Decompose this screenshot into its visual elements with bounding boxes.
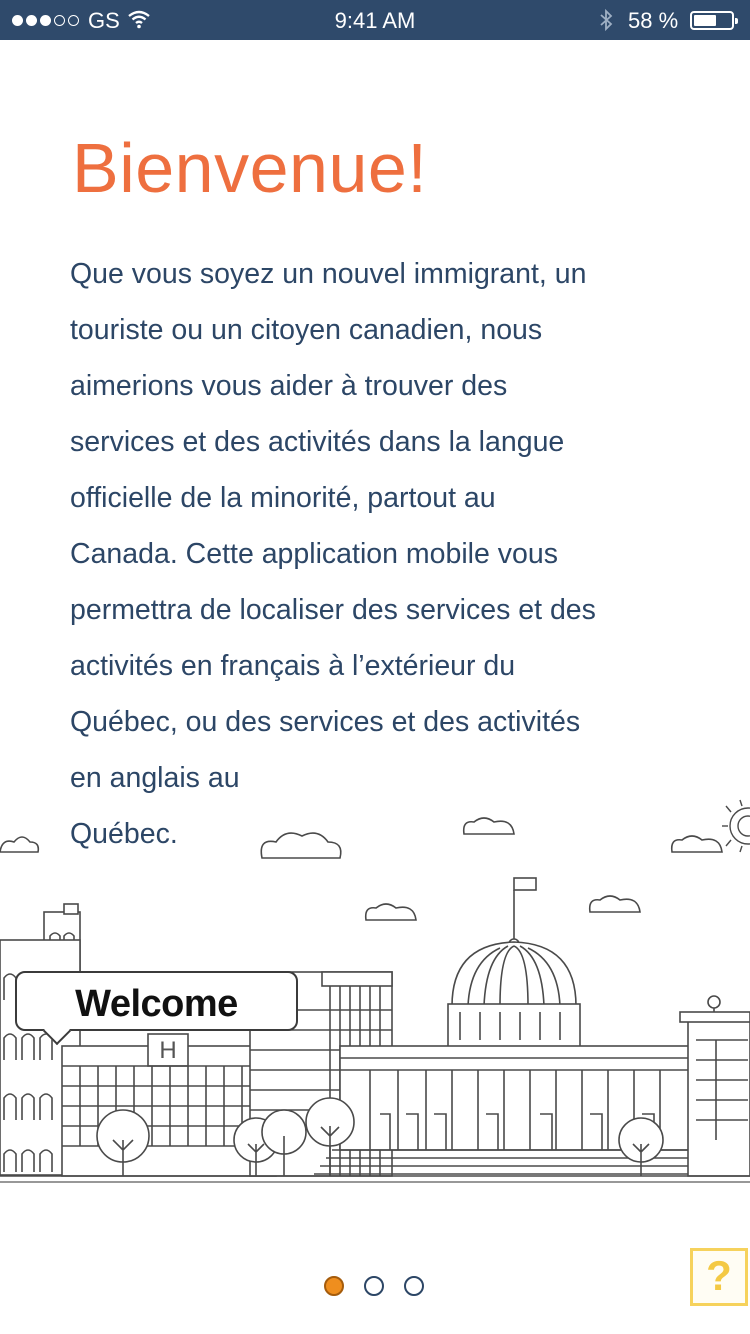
help-button[interactable]: ? [690, 1248, 748, 1306]
paragraph-line: permettra de localiser des services et d… [70, 594, 596, 626]
paragraph-line: Canada. Cette application mobile vous [70, 538, 558, 570]
welcome-speech-bubble: Welcome [15, 971, 298, 1046]
page-dot-active[interactable] [324, 1276, 344, 1296]
paragraph-line: officielle de la minorité, partout au [70, 482, 496, 514]
paragraph-line: activités en français à l’extérieur du [70, 650, 516, 682]
welcome-paragraph: Que vous soyez un nouvel immigrant, un t… [70, 246, 690, 862]
paragraph-line: services et des activités dans la langue [70, 426, 565, 458]
cloud-icon [0, 817, 723, 921]
hotel-sign: H [159, 1037, 176, 1064]
page-indicator[interactable] [324, 1276, 424, 1296]
status-bar: GS 9:41 AM 58 % [0, 0, 750, 40]
paragraph-line: aimerions vous aider à trouver des [70, 370, 508, 402]
paragraph-line: Que vous soyez un nouvel immigrant, un [70, 258, 587, 290]
bubble-label: Welcome [75, 983, 238, 1025]
bluetooth-icon [600, 8, 613, 32]
paragraph-line: Québec, ou des services et des activités [70, 706, 581, 738]
paragraph-line: touriste ou un citoyen canadien, nous [70, 314, 543, 346]
sun-icon [722, 799, 750, 853]
battery-percentage: 58 % [628, 8, 679, 33]
battery-icon [690, 11, 738, 30]
page-dot[interactable] [364, 1276, 384, 1296]
page-title: Bienvenue! [72, 129, 428, 207]
page-dot[interactable] [404, 1276, 424, 1296]
